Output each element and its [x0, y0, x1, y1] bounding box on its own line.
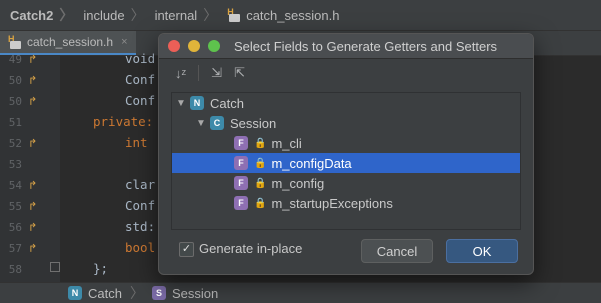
maximize-window-button[interactable] — [208, 40, 220, 52]
tree-node-label: m_configData — [271, 155, 352, 171]
close-icon[interactable]: × — [121, 36, 127, 48]
line-number: 55 — [8, 200, 22, 213]
chevron-right-icon: 〉 — [59, 7, 74, 23]
class-icon: C — [210, 116, 224, 130]
breadcrumb-item-file[interactable]: H catch_session.h — [217, 8, 339, 23]
namespace-icon: N — [68, 286, 82, 300]
dialog-titlebar[interactable]: Select Fields to Generate Getters and Se… — [159, 34, 533, 59]
tree-node-label: m_cli — [271, 135, 302, 151]
line-number: 49 — [8, 53, 22, 66]
tree-node-catch[interactable]: ▼ N Catch — [176, 93, 244, 113]
chevron-right-icon: 〉 — [203, 7, 218, 23]
status-item-label: Catch — [88, 285, 122, 301]
code-line: int — [125, 135, 148, 150]
header-file-icon: H — [8, 35, 22, 49]
field-icon: F — [234, 176, 248, 190]
private-lock-icon: 🔒 — [254, 137, 267, 149]
override-marker-icon[interactable]: ↱ — [28, 200, 37, 213]
tree-node-label: Catch — [210, 95, 244, 111]
chevron-right-icon: 〉 — [130, 7, 145, 23]
tree-node-field[interactable]: F 🔒 m_startupExceptions — [234, 193, 393, 213]
status-item-session[interactable]: S Session — [151, 285, 219, 301]
minimize-window-button[interactable] — [188, 40, 200, 52]
struct-icon: S — [151, 286, 166, 300]
override-marker-icon[interactable]: ↱ — [28, 74, 37, 87]
collapse-all-icon[interactable]: ⇱ — [234, 65, 245, 81]
generate-getters-setters-dialog: Select Fields to Generate Getters and Se… — [158, 33, 534, 275]
fields-tree: ▼ N Catch ▼ C Session F 🔒 m_cli F 🔒 m_co… — [171, 92, 521, 230]
line-number: 56 — [8, 221, 22, 234]
line-number: 51 — [8, 116, 22, 129]
tree-node-label: m_startupExceptions — [271, 195, 393, 211]
private-lock-icon: 🔒 — [254, 157, 267, 169]
chevron-right-icon: 〉 — [129, 285, 144, 301]
line-number: 53 — [8, 158, 22, 171]
breadcrumb-item-include[interactable]: include 〉 — [73, 5, 144, 25]
dialog-footer: ✓ Generate in-place Cancel OK — [159, 234, 533, 274]
sort-alphabetically-icon[interactable]: ↓ᶻ — [175, 66, 186, 81]
code-line: private: — [93, 114, 154, 129]
override-marker-icon[interactable]: ↱ — [28, 53, 37, 66]
toolbar-divider — [198, 65, 200, 81]
override-marker-icon[interactable]: ↱ — [28, 179, 37, 192]
field-icon: F — [234, 136, 248, 150]
override-marker-icon[interactable]: ↱ — [28, 242, 37, 255]
breadcrumb-item-catch2[interactable]: Catch2 〉 — [0, 5, 73, 25]
tree-node-label: Session — [230, 115, 277, 131]
line-number: 54 — [8, 179, 22, 192]
tree-node-field[interactable]: F 🔒 m_cli — [234, 133, 302, 153]
override-marker-icon[interactable]: ↱ — [28, 221, 37, 234]
code-line: Conf — [125, 72, 156, 87]
tab-catch-session-h[interactable]: H catch_session.h × — [0, 31, 136, 55]
tree-node-field[interactable]: F 🔒 m_config — [234, 173, 324, 193]
dialog-toolbar: ↓ᶻ ⇲ ⇱ — [159, 59, 533, 87]
field-icon: F — [234, 196, 248, 210]
override-marker-icon[interactable]: ↱ — [28, 95, 37, 108]
cancel-button[interactable]: Cancel — [361, 239, 433, 263]
status-item-catch[interactable]: N Catch — [68, 286, 122, 301]
tree-node-label: m_config — [271, 175, 325, 191]
dialog-title: Select Fields to Generate Getters and Se… — [234, 38, 498, 54]
line-number: 58 — [8, 263, 22, 276]
status-item-label: Session — [171, 285, 219, 301]
field-icon: F — [234, 156, 248, 170]
breadcrumb: Catch2 〉 include 〉 internal 〉 H catch_sessi… — [0, 0, 601, 31]
expand-all-icon[interactable]: ⇲ — [211, 65, 222, 81]
fold-marker-icon[interactable] — [50, 262, 60, 272]
line-number: 50 — [8, 95, 22, 108]
override-marker-icon[interactable]: ↱ — [28, 137, 37, 150]
code-line: Conf — [125, 93, 156, 108]
line-number: 57 — [8, 242, 22, 255]
tree-node-session[interactable]: ▼ C Session — [196, 113, 276, 133]
code-line: Conf — [125, 198, 156, 213]
structure-breadcrumb: N Catch 〉 S Session — [0, 282, 601, 303]
generate-in-place-label[interactable]: Generate in-place — [199, 241, 302, 256]
breadcrumb-item-internal[interactable]: internal 〉 — [145, 5, 218, 25]
private-lock-icon: 🔒 — [254, 177, 267, 189]
code-line: clar — [125, 177, 156, 192]
code-line: }; — [93, 261, 109, 276]
chevron-down-icon[interactable]: ▼ — [196, 118, 210, 129]
code-line: std: — [125, 219, 156, 234]
chevron-down-icon[interactable]: ▼ — [176, 98, 190, 109]
close-window-button[interactable] — [168, 40, 180, 52]
tree-node-field-selected[interactable]: F 🔒 m_configData — [172, 153, 520, 173]
code-line: bool — [125, 240, 156, 255]
generate-in-place-checkbox[interactable]: ✓ — [179, 242, 194, 257]
line-number: 50 — [8, 74, 22, 87]
tab-label: catch_session.h — [27, 35, 114, 49]
line-number: 52 — [8, 137, 22, 150]
ok-button[interactable]: OK — [446, 239, 518, 263]
code-line: void — [125, 51, 156, 66]
private-lock-icon: 🔒 — [254, 197, 267, 209]
namespace-icon: N — [190, 96, 204, 110]
header-file-icon: H — [227, 8, 241, 22]
